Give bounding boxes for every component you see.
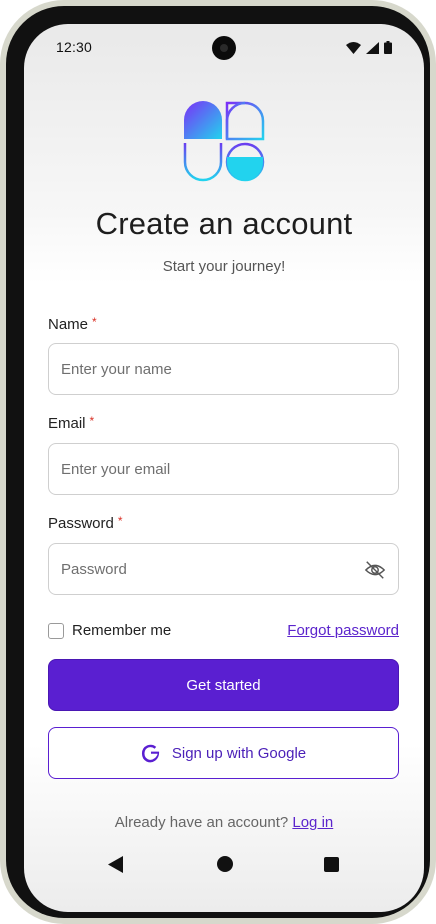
status-bar: 12:30	[24, 24, 424, 72]
password-input[interactable]	[61, 544, 361, 594]
google-signup-label: Sign up with Google	[171, 744, 307, 762]
front-camera	[212, 36, 236, 60]
password-field[interactable]	[48, 543, 399, 595]
google-icon	[141, 744, 159, 762]
page-subtitle: Start your journey!	[162, 258, 286, 275]
remember-me-checkbox[interactable]	[48, 623, 64, 639]
name-input[interactable]	[61, 344, 361, 394]
name-field[interactable]	[48, 343, 399, 395]
get-started-button[interactable]: Get started	[48, 659, 399, 711]
signal-icon	[366, 41, 379, 54]
required-mark: *	[89, 414, 95, 428]
status-time: 12:30	[56, 39, 93, 55]
login-prompt-text: Already have an account?	[114, 814, 289, 831]
home-icon[interactable]	[217, 856, 233, 872]
phone-frame: 12:30 Create an account Start your journ…	[0, 0, 436, 924]
get-started-label: Get started	[186, 676, 261, 694]
status-icons	[346, 41, 392, 54]
remember-row: Remember me Forgot password	[48, 622, 399, 642]
email-label: Email *	[48, 414, 94, 432]
system-nav-bar	[24, 850, 424, 878]
app-logo	[183, 101, 265, 182]
forgot-password-link[interactable]: Forgot password	[287, 622, 399, 639]
login-prompt: Already have an account? Log in	[24, 814, 424, 831]
eye-off-icon[interactable]	[364, 559, 386, 581]
login-link[interactable]: Log in	[292, 814, 333, 831]
wifi-icon	[346, 41, 361, 54]
battery-icon	[384, 41, 392, 54]
email-input[interactable]	[61, 444, 361, 494]
required-mark: *	[117, 514, 123, 528]
password-label-text: Password	[48, 515, 114, 532]
phone-body: 12:30 Create an account Start your journ…	[6, 6, 430, 918]
name-label: Name *	[48, 315, 97, 333]
email-label-text: Email	[48, 415, 86, 432]
required-mark: *	[92, 315, 97, 329]
page-title: Create an account	[95, 206, 353, 241]
email-field[interactable]	[48, 443, 399, 495]
password-label: Password *	[48, 514, 123, 532]
google-signup-button[interactable]: Sign up with Google	[48, 727, 399, 779]
screen: 12:30 Create an account Start your journ…	[24, 24, 424, 912]
recents-icon[interactable]	[324, 857, 339, 872]
remember-me-label[interactable]: Remember me	[72, 622, 171, 639]
name-label-text: Name	[48, 316, 89, 333]
back-icon[interactable]	[108, 856, 124, 873]
